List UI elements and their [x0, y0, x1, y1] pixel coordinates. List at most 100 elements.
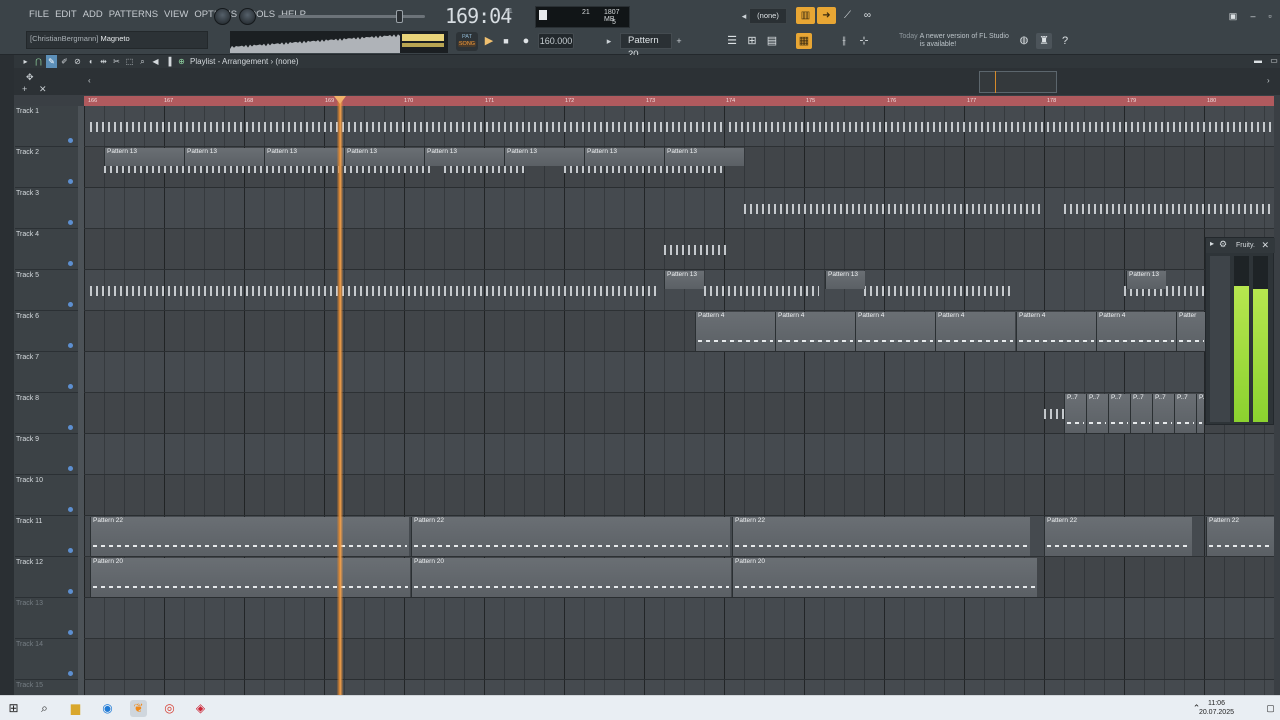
audio-clip[interactable]	[90, 271, 659, 310]
playhead-marker[interactable]	[334, 96, 346, 104]
gear-icon[interactable]: ⚙	[1219, 239, 1227, 250]
track-header[interactable]: Track 5	[15, 270, 79, 311]
scroll-right-icon[interactable]: ›	[1267, 76, 1270, 85]
pattern-clip[interactable]: P..	[1196, 394, 1204, 433]
pattern-clip[interactable]: Pattern 22	[732, 517, 1030, 556]
pattern-clip[interactable]: Pattern 13	[504, 148, 584, 166]
record-icon[interactable]: ●	[518, 33, 534, 49]
pat-song-toggle[interactable]: PAT SONG	[456, 32, 478, 51]
news-panel[interactable]: Today A newer version of FL Studio is av…	[899, 33, 1010, 49]
playlist-overview[interactable]: ✥ + ✕ ‹ ›	[14, 68, 1280, 95]
app-icon[interactable]: ◈	[192, 700, 209, 717]
track-mute-led[interactable]	[68, 220, 73, 225]
pattern-clip[interactable]: Pattern 20	[411, 558, 731, 597]
pattern-clip[interactable]: Pattern 13	[825, 271, 865, 289]
track-header[interactable]: Track 10	[15, 475, 79, 516]
menu-file[interactable]: FILE	[26, 9, 52, 20]
pattern-clip[interactable]: Pattern 22	[1206, 517, 1274, 556]
slider-thumb[interactable]	[396, 10, 403, 23]
play-icon[interactable]: ▶	[481, 33, 497, 49]
snap-arrow-icon[interactable]: ◂	[740, 8, 748, 24]
audio-clip[interactable]	[664, 230, 729, 269]
arrangement-icon[interactable]: ⊕	[176, 55, 187, 68]
pattern-clip[interactable]: Pattern 13	[184, 148, 264, 166]
menu-patterns[interactable]: PATTERNS	[106, 9, 161, 20]
snap-selector[interactable]: (none)	[749, 8, 787, 24]
mute-tool-icon[interactable]: ◖	[85, 55, 96, 68]
playhead[interactable]	[337, 96, 343, 695]
link-icon[interactable]: ∞	[858, 7, 877, 24]
tempo-display[interactable]: 160.000	[538, 33, 574, 49]
chrome-icon[interactable]: ◎	[161, 700, 178, 717]
track-header[interactable]: Track 4	[15, 229, 79, 270]
pattern-prev-icon[interactable]: ▸	[604, 33, 614, 49]
pattern-clip[interactable]: Pattern 13	[1126, 271, 1166, 289]
window-minimize-icon[interactable]: ▬	[1250, 53, 1266, 69]
delete-tool-icon[interactable]: ⊘	[72, 55, 83, 68]
audio-clip[interactable]	[1064, 189, 1274, 228]
close-track-icon[interactable]: ✕	[39, 84, 47, 95]
store-icon[interactable]: ▣	[1225, 8, 1241, 24]
pattern-clip[interactable]: Pattern 4	[1096, 312, 1176, 351]
track-mute-led[interactable]	[68, 671, 73, 676]
track-mute-led[interactable]	[68, 507, 73, 512]
pattern-clip[interactable]: P..7	[1152, 394, 1174, 433]
pattern-clip[interactable]: Pattern 22	[90, 517, 409, 556]
menu-add[interactable]: ADD	[80, 9, 106, 20]
pattern-add-icon[interactable]: +	[674, 33, 684, 49]
audio-clip[interactable]	[729, 107, 1274, 146]
pattern-clip[interactable]: Pattern 13	[344, 148, 424, 166]
maximize-icon[interactable]: ▫	[1262, 8, 1278, 24]
mute-speaker-icon[interactable]: ▐	[163, 55, 174, 68]
paint-tool-icon[interactable]: ✐	[59, 55, 70, 68]
pattern-clip[interactable]: Pattern 4	[935, 312, 1015, 351]
plugin-database-icon[interactable]: ⊹	[856, 33, 872, 49]
pattern-clip[interactable]: Pattern 20	[90, 558, 410, 597]
pattern-clip[interactable]: Pattern 13	[264, 148, 344, 166]
master-volume-knob[interactable]	[214, 8, 231, 25]
pattern-selector[interactable]: Pattern 20	[620, 33, 672, 60]
playlist-grid[interactable]: Pattern 13 Pattern 13 Pattern 13 Pattern 13…	[84, 106, 1274, 695]
globe-icon[interactable]: ◍	[1016, 33, 1032, 49]
track-mute-led[interactable]	[68, 425, 73, 430]
system-clock[interactable]: 11:06 20.07.2025	[1199, 699, 1234, 717]
audio-clip[interactable]	[864, 271, 1014, 310]
pattern-clip[interactable]: P..7	[1108, 394, 1130, 433]
windows-start-icon[interactable]: ⊞	[5, 700, 22, 717]
plugin-arrow-icon[interactable]: ▸	[1210, 239, 1214, 248]
menu-arrow-icon[interactable]: ▸	[20, 55, 31, 68]
pattern-clip[interactable]: P..7	[1130, 394, 1152, 433]
track-lane[interactable]	[84, 434, 1274, 475]
track-header[interactable]: Track 14	[15, 639, 79, 680]
file-explorer-icon[interactable]: ▆	[67, 700, 84, 717]
track-header[interactable]: Track 8	[15, 393, 79, 434]
pattern-clip[interactable]: Pattern 4	[695, 312, 775, 351]
track-mute-led[interactable]	[68, 261, 73, 266]
timeline-ruler[interactable]: 166 167 168 169 170 171 172 173 174 175 176 177 178 1…	[84, 96, 1274, 106]
menu-view[interactable]: VIEW	[161, 9, 191, 20]
pattern-clip[interactable]: Pattern 22	[1044, 517, 1192, 556]
help-icon[interactable]: ?	[1057, 33, 1073, 49]
minimize-icon[interactable]: –	[1245, 8, 1261, 24]
track-header[interactable]: Track 1	[15, 106, 79, 147]
pattern-clip[interactable]: P..7	[1064, 394, 1086, 433]
track-lane[interactable]	[84, 680, 1274, 695]
track-mute-led[interactable]	[68, 302, 73, 307]
pattern-clip[interactable]: Pattern 13	[664, 148, 744, 166]
browser-icon[interactable]: ▦	[796, 33, 812, 49]
scroll-left-icon[interactable]: ‹	[88, 76, 91, 85]
track-mute-led[interactable]	[68, 466, 73, 471]
track-lane[interactable]	[84, 598, 1274, 639]
slice-tool-icon[interactable]: ✂	[111, 55, 122, 68]
slip-tool-icon[interactable]: ⇹	[98, 55, 109, 68]
add-track-icon[interactable]: +	[22, 84, 27, 94]
overview-tools-icon[interactable]: ✥	[26, 72, 34, 83]
track-lane[interactable]	[84, 352, 1274, 393]
pattern-clip[interactable]: P..7	[1086, 394, 1108, 433]
track-mute-led[interactable]	[68, 179, 73, 184]
track-mute-led[interactable]	[68, 384, 73, 389]
edge-icon[interactable]: ◉	[99, 700, 116, 717]
track-header[interactable]: Track 3	[15, 188, 79, 229]
track-header[interactable]: Track 2	[15, 147, 79, 188]
track-mute-led[interactable]	[68, 138, 73, 143]
